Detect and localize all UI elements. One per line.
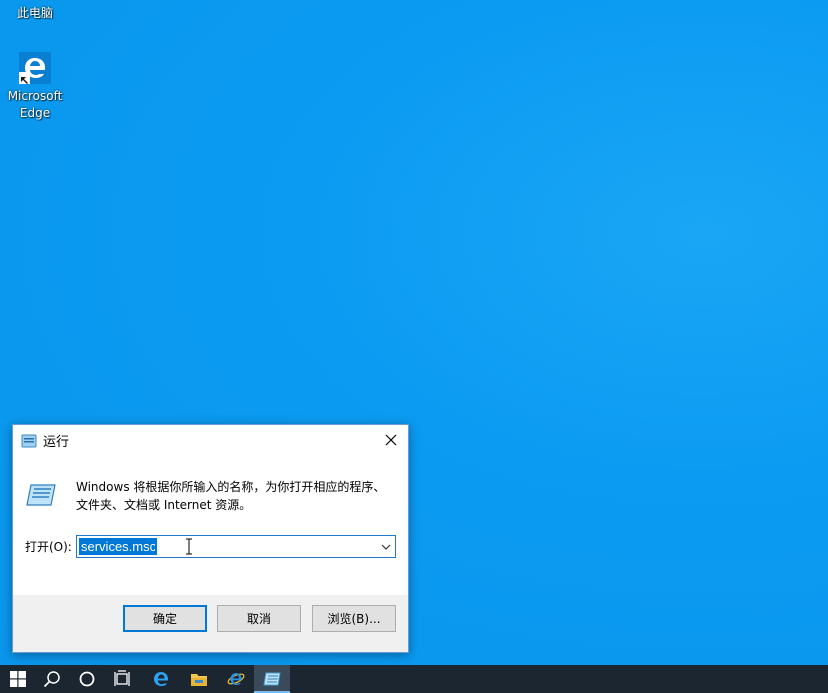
desktop-icon-this-pc-label[interactable]: 此电脑 <box>17 5 53 22</box>
cancel-button[interactable]: 取消 <box>217 605 301 632</box>
close-icon <box>385 434 397 446</box>
edge-icon <box>154 672 168 686</box>
open-label: 打开(O): <box>25 540 72 554</box>
description-line-1: Windows 将根据你所输入的名称，为你打开相应的程序、 <box>76 480 386 494</box>
description-line-2: 文件夹、文档或 Internet 资源。 <box>76 498 252 512</box>
run-dialog-description: Windows 将根据你所输入的名称，为你打开相应的程序、 文件夹、文档或 In… <box>76 478 396 514</box>
run-icon <box>21 433 37 448</box>
run-program-icon <box>25 479 57 511</box>
cortana-button[interactable] <box>69 665 105 693</box>
taskbar-internet-explorer[interactable] <box>218 665 254 693</box>
search-button[interactable] <box>34 665 70 693</box>
run-dialog: 运行 Windows 将根据你所输入的名称，为你打开相应的程序、 文件夹、文档或… <box>12 424 409 653</box>
desktop-icon-edge-label-1: Microsoft <box>7 89 63 103</box>
open-input[interactable] <box>79 538 157 555</box>
ok-button[interactable]: 确定 <box>123 605 207 632</box>
task-view-icon <box>114 670 130 686</box>
desktop-icon-edge[interactable]: Microsoft Edge <box>4 52 66 122</box>
text-cursor-icon <box>186 538 192 555</box>
start-icon <box>10 671 26 687</box>
task-view-button[interactable] <box>104 665 140 693</box>
cortana-icon <box>79 671 95 687</box>
run-dialog-titlebar[interactable]: 运行 <box>13 425 408 455</box>
ie-icon <box>227 673 245 685</box>
start-button[interactable] <box>0 665 36 693</box>
taskbar-run[interactable] <box>254 665 290 693</box>
edge-icon <box>19 52 51 84</box>
open-combobox[interactable] <box>76 535 396 558</box>
taskbar-edge[interactable] <box>143 665 179 693</box>
run-dialog-title: 运行 <box>43 435 70 450</box>
run-icon <box>263 672 281 686</box>
browse-button[interactable]: 浏览(B)... <box>312 605 396 632</box>
file-explorer-icon <box>191 674 207 686</box>
run-dialog-content: Windows 将根据你所输入的名称，为你打开相应的程序、 文件夹、文档或 In… <box>13 455 408 595</box>
taskbar <box>0 665 828 693</box>
close-button[interactable] <box>374 425 408 455</box>
taskbar-file-explorer[interactable] <box>181 665 217 693</box>
desktop-icon-edge-label-2: Edge <box>19 106 51 120</box>
chevron-down-icon[interactable] <box>380 540 392 554</box>
search-icon <box>43 671 60 688</box>
